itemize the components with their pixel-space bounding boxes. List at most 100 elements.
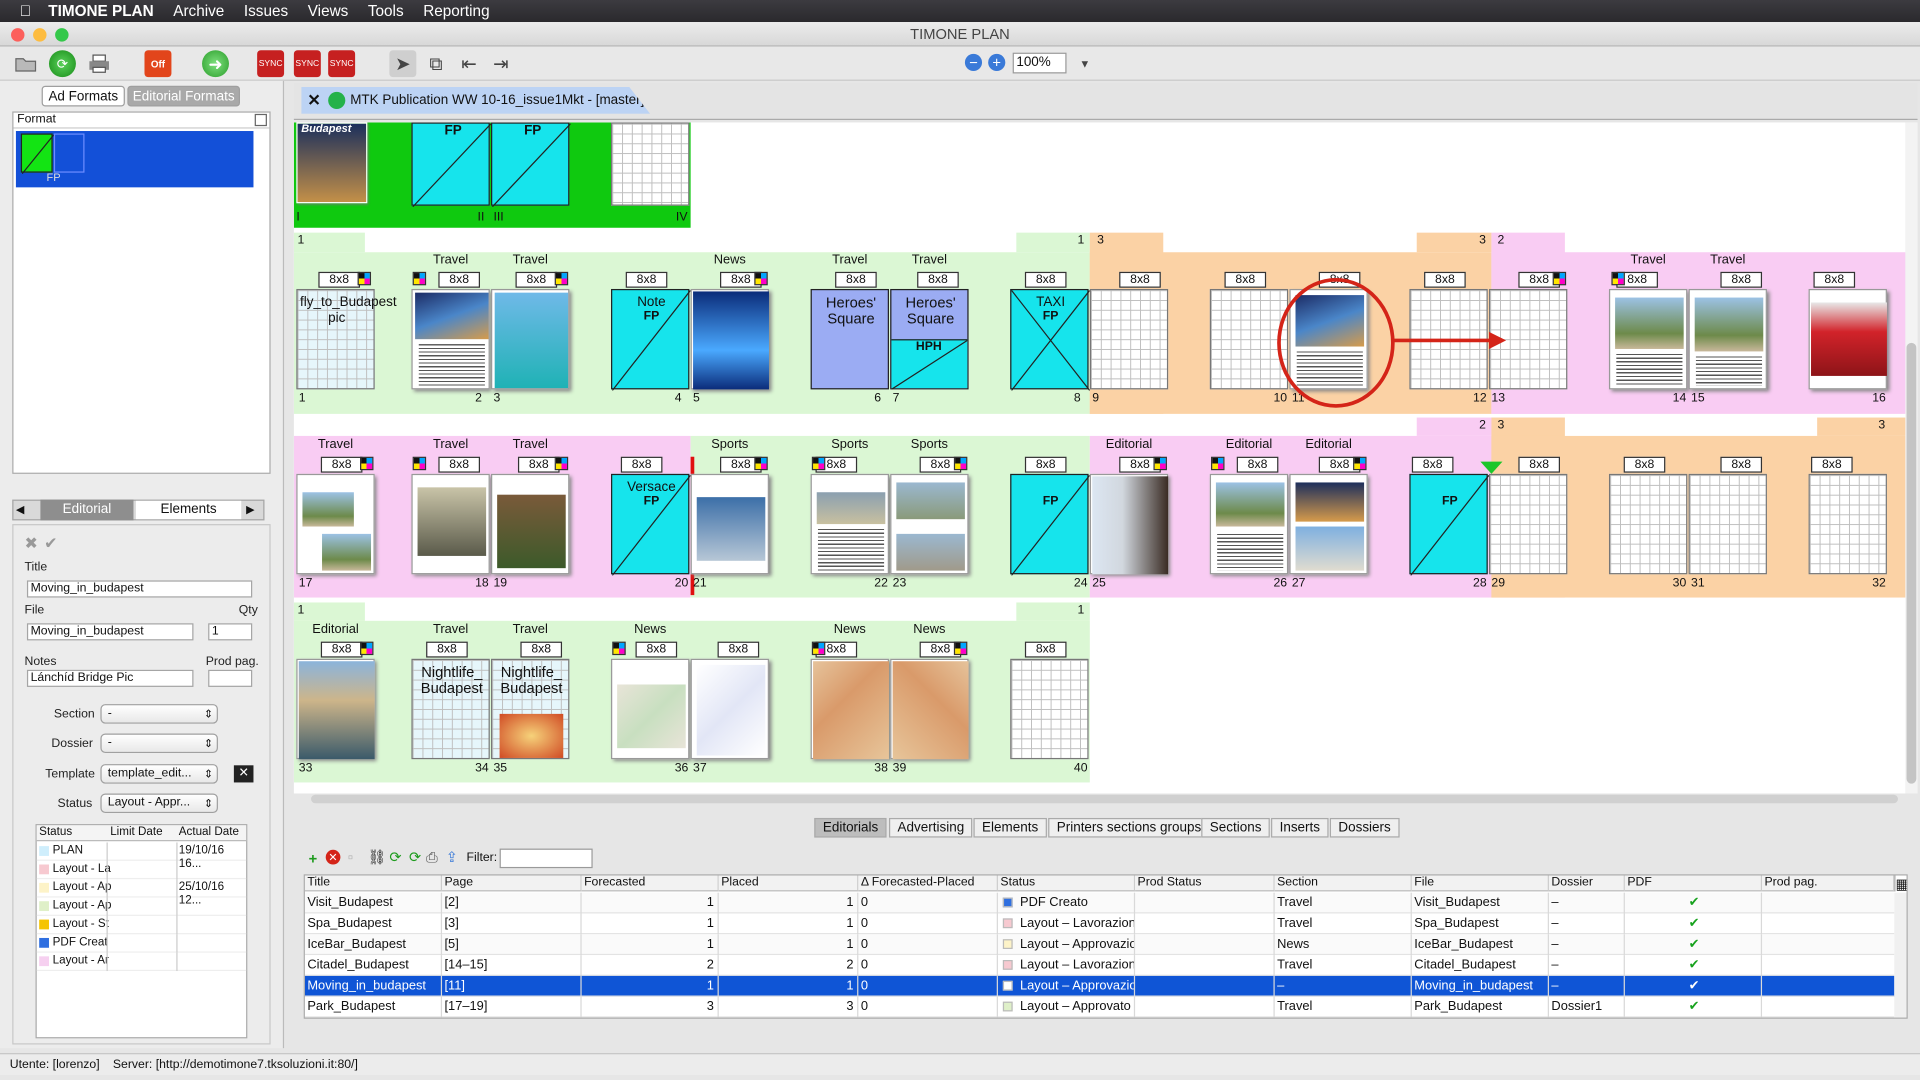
page-8[interactable]: TAXI FP xyxy=(1010,288,1090,391)
open-folder-icon[interactable] xyxy=(12,50,39,77)
title-field[interactable]: Moving_in_budapest xyxy=(26,580,253,598)
page-25[interactable] xyxy=(1089,473,1169,575)
page-31[interactable] xyxy=(1688,473,1767,575)
horizontal-scrollbar[interactable] xyxy=(311,794,1898,804)
page-32[interactable] xyxy=(1808,473,1887,575)
page-36[interactable] xyxy=(611,658,690,760)
refresh-all-icon[interactable]: ⟳ xyxy=(409,849,421,866)
page-17[interactable] xyxy=(296,473,375,575)
close-tab-icon[interactable]: ✕ xyxy=(307,91,320,111)
pointer-tool-icon[interactable]: ➤ xyxy=(389,50,417,78)
page-1[interactable]: fly_to_Budapest pic xyxy=(296,288,397,390)
page-iv[interactable] xyxy=(611,122,690,206)
close-window-button[interactable] xyxy=(11,28,25,42)
column-header[interactable]: Section xyxy=(1274,875,1412,892)
table-scrollbar[interactable] xyxy=(1894,892,1907,1018)
table-row[interactable]: Moving_in_budapest [11] 1 1 0 Layout – Approv… xyxy=(304,975,1895,997)
column-header[interactable]: File xyxy=(1411,875,1549,892)
table-row[interactable]: Citadel_Budapest [14–15] 2 2 0 Layout – Lavor… xyxy=(304,955,1895,976)
document-tab[interactable]: ✕ MTK Publication WW 10-16_issue1Mkt - [… xyxy=(301,86,651,114)
status-row[interactable]: PLAN 19/10/16 16... xyxy=(36,842,247,871)
column-chooser-icon[interactable]: ▦ xyxy=(1894,875,1907,893)
move-pages-right-icon[interactable]: ⇥ xyxy=(487,50,514,77)
sync-left-button[interactable]: SYNC xyxy=(257,50,285,78)
page-5[interactable] xyxy=(690,288,769,390)
page-28[interactable]: FP xyxy=(1409,473,1489,576)
column-header[interactable]: Forecasted xyxy=(581,875,719,892)
column-header[interactable]: Placed xyxy=(718,875,859,892)
table-row[interactable]: IceBar_Budapest [5] 1 1 0 Layout – Approvazio… xyxy=(304,934,1895,956)
page-34[interactable]: Nightlife_ Budapest xyxy=(411,658,490,760)
menu-tools[interactable]: Tools xyxy=(368,2,404,19)
zoom-in-icon[interactable]: + xyxy=(988,53,1006,72)
link-icon[interactable]: ⛓ xyxy=(367,849,386,866)
page-30[interactable] xyxy=(1608,473,1688,575)
page-22[interactable] xyxy=(810,473,889,575)
subtab-elements[interactable]: Elements xyxy=(135,500,242,520)
bottom-tab-5[interactable]: Inserts xyxy=(1271,817,1329,838)
column-header[interactable]: Title xyxy=(304,875,443,892)
page-16[interactable] xyxy=(1808,288,1887,390)
minimize-window-button[interactable] xyxy=(33,28,47,42)
page-29[interactable] xyxy=(1488,473,1568,575)
status-row[interactable]: Layout - Ar xyxy=(36,952,247,972)
status-row[interactable]: Layout - Ap 25/10/16 12... xyxy=(36,879,247,907)
bottom-tab-1[interactable]: Advertising xyxy=(888,817,973,838)
app-menu[interactable]: TIMONE PLAN xyxy=(48,2,153,19)
scroll-thumb[interactable] xyxy=(1906,342,1917,784)
column-header[interactable]: Dossier xyxy=(1548,875,1625,892)
page-4[interactable]: Note FP xyxy=(611,288,691,391)
off-button[interactable]: Off xyxy=(144,50,172,78)
menu-reporting[interactable]: Reporting xyxy=(423,2,489,19)
page-fp-iii[interactable]: FP xyxy=(491,122,572,208)
filter-input[interactable] xyxy=(499,848,593,869)
column-header[interactable]: Page xyxy=(442,875,582,892)
column-header[interactable]: Δ Forecasted-Placed xyxy=(858,875,998,892)
page-14[interactable] xyxy=(1608,288,1688,390)
menu-issues[interactable]: Issues xyxy=(244,2,288,19)
status-row[interactable]: Layout - St xyxy=(36,915,247,935)
format-item-fp[interactable]: FP xyxy=(15,131,254,188)
page-40[interactable] xyxy=(1010,658,1089,760)
vertical-scrollbar[interactable] xyxy=(1905,122,1918,794)
page-2[interactable] xyxy=(411,288,490,390)
bottom-tab-4[interactable]: Sections xyxy=(1201,817,1271,838)
page-23[interactable] xyxy=(890,473,969,575)
template-edit-icon[interactable]: ✕ xyxy=(233,765,254,783)
bottom-tab-3[interactable]: Printers sections groups xyxy=(1048,817,1210,838)
page-9[interactable] xyxy=(1089,288,1169,390)
zoom-field[interactable]: 100% xyxy=(1012,52,1067,74)
add-icon[interactable]: + xyxy=(309,850,318,867)
column-header[interactable]: PDF xyxy=(1624,875,1763,892)
zoom-dropdown-icon[interactable]: ▼ xyxy=(1071,50,1098,77)
refresh-small-icon[interactable]: ⟳ xyxy=(389,849,401,866)
page-19[interactable] xyxy=(491,473,570,575)
file-field[interactable]: Moving_in_budapest xyxy=(26,623,194,641)
page-24[interactable]: FP xyxy=(1010,473,1090,576)
subtab-prev-icon[interactable]: ◀ xyxy=(16,503,24,516)
page-35[interactable]: Nightlife_ Budapest xyxy=(491,658,570,760)
template-select[interactable]: template_edit... xyxy=(100,764,218,784)
page-39[interactable] xyxy=(890,658,969,760)
page-7[interactable]: HPH Heroes' Square xyxy=(890,288,969,390)
copy-icon[interactable]: ▫ xyxy=(348,849,353,866)
export-icon[interactable]: ⇪ xyxy=(446,849,458,866)
bottom-tab-2[interactable]: Elements xyxy=(973,817,1047,838)
status-row[interactable]: Layout - La xyxy=(36,860,247,880)
table-row[interactable]: Park_Budapest [17–19] 3 3 0 Layout – Approvat… xyxy=(304,996,1895,1018)
page-21[interactable] xyxy=(690,473,769,575)
qty-field[interactable]: 1 xyxy=(208,623,253,641)
column-chooser-icon[interactable] xyxy=(254,113,267,127)
prod-pag-field[interactable] xyxy=(208,669,253,687)
page-37[interactable] xyxy=(690,658,769,760)
column-header[interactable]: Prod pag. xyxy=(1762,875,1895,892)
bottom-tab-6[interactable]: Dossiers xyxy=(1329,817,1400,838)
duplicate-icon[interactable]: ⧉ xyxy=(422,50,449,77)
zoom-out-icon[interactable]: − xyxy=(964,53,983,72)
refresh-icon[interactable]: ⟳ xyxy=(48,50,76,78)
page-20[interactable]: Versace FP xyxy=(611,473,691,576)
go-arrow-icon[interactable]: ➜ xyxy=(202,50,229,78)
cancel-icon[interactable]: ✖ xyxy=(24,534,37,554)
sync-down-button[interactable]: SYNC xyxy=(293,50,321,78)
bottom-tab-0[interactable]: Editorials xyxy=(814,817,887,838)
